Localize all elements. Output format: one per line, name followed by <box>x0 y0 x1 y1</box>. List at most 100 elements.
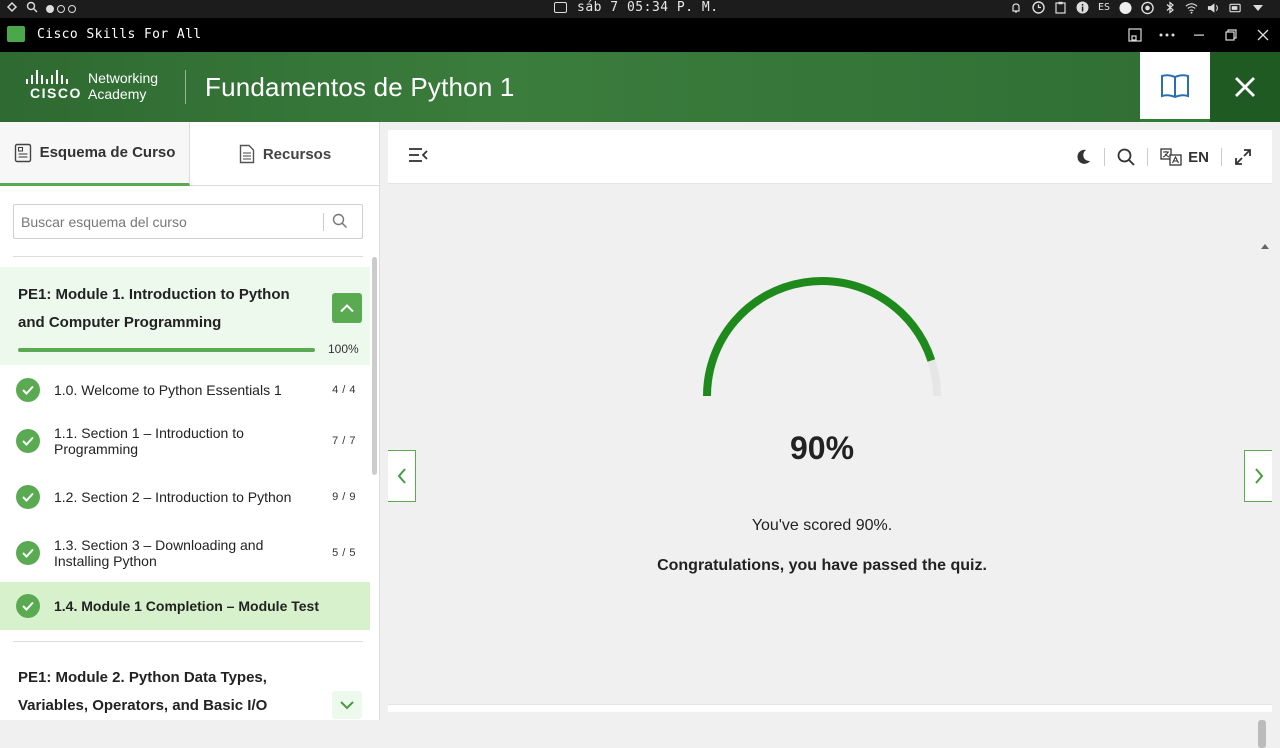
close-icon <box>1235 77 1255 97</box>
search-divider <box>323 213 324 231</box>
score-gauge <box>703 277 941 397</box>
check-icon <box>16 429 40 453</box>
workspace-dot-icon <box>57 5 65 13</box>
outline-item-count: 9 / 9 <box>332 491 356 503</box>
system-menu-chevron-icon[interactable] <box>1251 1 1264 14</box>
dark-mode-icon[interactable] <box>1062 145 1104 169</box>
outline-item[interactable]: 1.1. Section 1 – Introduction to Program… <box>0 417 370 465</box>
search-icon[interactable] <box>332 213 348 234</box>
bell-icon[interactable] <box>1010 1 1023 14</box>
next-page-button[interactable] <box>1244 450 1272 502</box>
workspace-dot-icon <box>46 5 54 13</box>
score-percentage: 90% <box>789 430 855 466</box>
outline-item-count: 5 / 5 <box>332 547 356 559</box>
chevron-left-icon <box>397 468 406 484</box>
outline-item-count: 7 / 7 <box>332 435 356 447</box>
outline-item-label: 1.2. Section 2 – Introduction to Python <box>54 489 292 505</box>
header-divider <box>185 70 186 104</box>
module-2-header[interactable]: PE1: Module 2. Python Data Types, Variab… <box>0 662 370 720</box>
tab-resources-label: Recursos <box>262 145 332 163</box>
scroll-up-arrow-icon[interactable] <box>1260 241 1270 251</box>
check-icon <box>16 541 40 565</box>
logo-cisco-text: CISCO <box>30 85 82 101</box>
minimize-icon[interactable] <box>1190 24 1208 46</box>
app-logo-icon <box>7 26 25 42</box>
circle-icon[interactable] <box>1119 1 1132 14</box>
close-course-button[interactable] <box>1210 52 1280 122</box>
divider <box>13 256 363 257</box>
pass-status: Congratulations, you have passed the qui… <box>657 557 987 574</box>
fullscreen-icon[interactable] <box>1222 145 1252 169</box>
battery-icon[interactable] <box>1229 1 1242 14</box>
os-left-area <box>6 1 76 17</box>
content-bottom-bar <box>388 704 1272 712</box>
workspace-dot-icon <box>68 5 76 13</box>
notification-box-icon <box>554 2 567 13</box>
outline-item-active[interactable]: 1.4. Module 1 Completion – Module Test <box>0 582 370 630</box>
cast-icon[interactable] <box>1126 24 1144 46</box>
cisco-networking-academy-logo[interactable]: CISCO Networking Academy <box>26 70 166 104</box>
course-outline-button[interactable] <box>1140 52 1210 122</box>
logo-line-2: Academy <box>88 86 147 102</box>
clipboard-icon[interactable] <box>1054 1 1067 14</box>
translate-icon <box>1160 148 1182 166</box>
toggle-sidebar-icon[interactable] <box>408 147 428 168</box>
module-1-progress-bar <box>18 348 315 352</box>
logo-line-1: Networking <box>88 70 159 86</box>
logo-networking-academy: Networking Academy <box>88 70 158 102</box>
language-selector[interactable]: EN <box>1148 145 1221 169</box>
window-controls <box>1126 24 1272 46</box>
restore-icon[interactable] <box>1222 24 1240 46</box>
course-header: CISCO Networking Academy Fundamentos de … <box>0 52 1280 122</box>
search-icon[interactable] <box>1105 145 1147 169</box>
keyboard-layout[interactable]: ES <box>1098 2 1110 13</box>
quiz-result-panel: 90% You've scored 90%. Congratulations, … <box>388 184 1272 748</box>
sidebar-tabs: Esquema de Curso Recursos <box>0 122 379 186</box>
language-label: EN <box>1188 148 1209 166</box>
more-options-icon[interactable] <box>1158 24 1176 46</box>
module-1-header[interactable]: PE1: Module 1. Introduction to Python an… <box>0 267 370 365</box>
previous-page-button[interactable] <box>388 450 416 502</box>
workspace-indicator[interactable] <box>46 5 76 13</box>
bluetooth-icon[interactable] <box>1163 1 1176 14</box>
check-icon <box>16 378 40 402</box>
outline-item-label: 1.1. Section 1 – Introduction to Program… <box>54 425 244 457</box>
module-2-title: PE1: Module 2. Python Data Types, Variab… <box>18 669 268 714</box>
document-icon <box>239 144 255 164</box>
check-icon <box>16 594 40 618</box>
outline-search-input[interactable]: Buscar esquema del curso <box>13 204 363 239</box>
outline-item[interactable]: 1.2. Section 2 – Introduction to Python … <box>0 473 370 521</box>
cisco-bars-icon <box>26 70 68 84</box>
tab-course-outline[interactable]: Esquema de Curso <box>0 122 190 186</box>
tab-course-outline-label: Esquema de Curso <box>39 144 176 161</box>
volume-icon[interactable] <box>1207 1 1220 14</box>
toolbar-actions: EN <box>1062 145 1252 169</box>
clock-area[interactable]: sáb 7 05:34 P. M. <box>554 0 719 15</box>
close-window-icon[interactable] <box>1254 24 1272 46</box>
outline-icon <box>14 143 31 162</box>
chevron-down-icon <box>340 701 354 710</box>
wifi-icon[interactable] <box>1185 1 1198 14</box>
tab-resources[interactable]: Recursos <box>190 122 379 186</box>
outline-item-count: 4 / 4 <box>332 384 356 396</box>
search-placeholder: Buscar esquema del curso <box>21 214 187 230</box>
module-1-progress-label: 100% <box>328 342 359 356</box>
outline-item[interactable]: 1.3. Section 3 – Downloading and Install… <box>0 529 370 577</box>
activities-icon[interactable] <box>6 1 18 17</box>
outline-item[interactable]: 1.0. Welcome to Python Essentials 1 4 / … <box>0 367 370 413</box>
os-top-bar: sáb 7 05:34 P. M. ES <box>0 0 1280 18</box>
network-app-icon[interactable] <box>1141 1 1154 14</box>
chevron-up-icon <box>340 304 354 313</box>
content-toolbar: EN <box>388 130 1272 184</box>
clock-icon[interactable] <box>1032 1 1045 14</box>
gauge-track <box>703 277 941 397</box>
content-scrollbar[interactable] <box>1258 720 1266 748</box>
search-icon[interactable] <box>26 1 38 17</box>
info-icon[interactable] <box>1076 1 1089 14</box>
outline-item-label: 1.0. Welcome to Python Essentials 1 <box>54 382 282 398</box>
outline-item-label: 1.4. Module 1 Completion – Module Test <box>54 598 319 614</box>
collapse-module-button[interactable] <box>332 293 362 323</box>
system-tray: ES <box>1010 1 1264 14</box>
expand-module-button[interactable] <box>332 691 362 719</box>
sidebar-scrollbar[interactable] <box>372 257 377 475</box>
